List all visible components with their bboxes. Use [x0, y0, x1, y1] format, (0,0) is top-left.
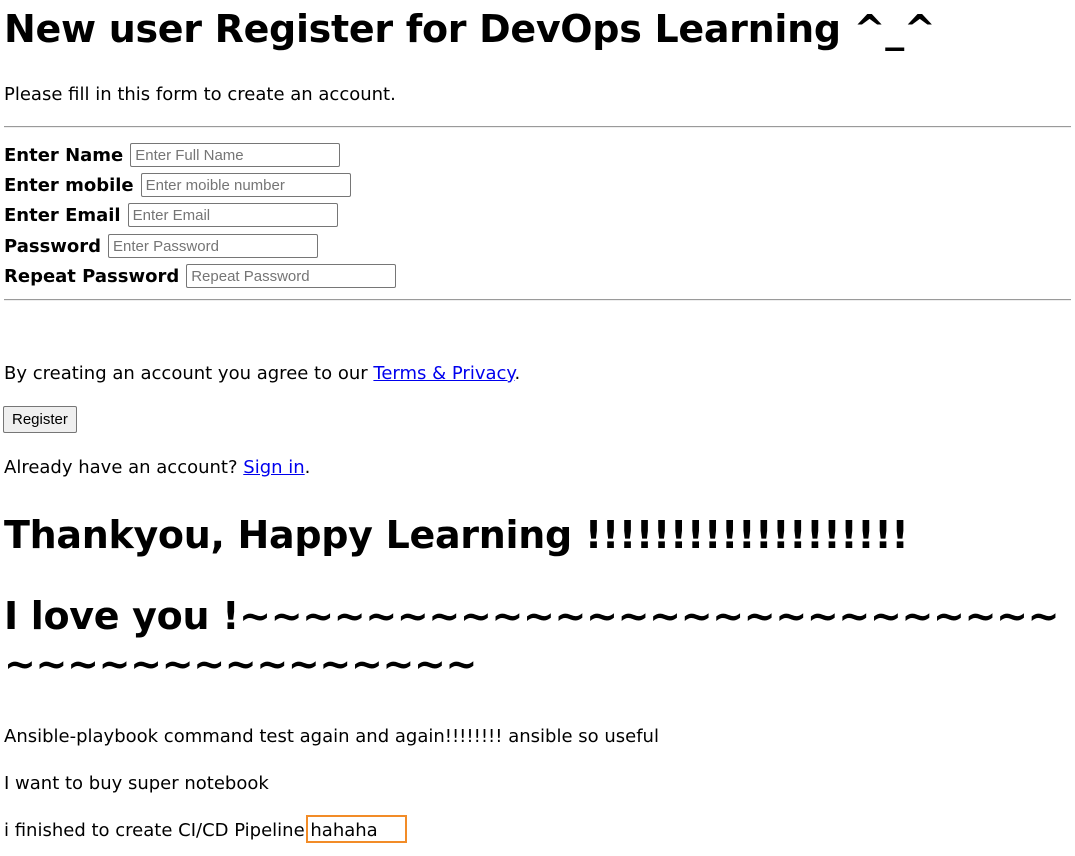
ansible-text: Ansible-playbook command test again and … — [4, 726, 659, 747]
name-label: Enter Name — [4, 144, 124, 166]
signin-prefix: Already have an account? — [4, 457, 244, 478]
mobile-label: Enter mobile — [4, 174, 134, 196]
repeat-password-row: Repeat Password — [4, 262, 397, 290]
repeat-password-input[interactable] — [186, 264, 397, 288]
intro-text: Please fill in this form to create an ac… — [4, 84, 396, 105]
signin-text: Already have an account? Sign in. — [4, 457, 310, 479]
top-divider — [4, 126, 1071, 128]
email-label: Enter Email — [4, 204, 121, 226]
love-heading: I love you !~~~~~~~~~~~~~~~~~~~~~~~~~~~~… — [4, 594, 1060, 686]
bottom-divider — [4, 299, 1071, 301]
email-input[interactable] — [127, 203, 338, 227]
highlight-box — [306, 815, 407, 843]
mobile-input[interactable] — [140, 173, 351, 197]
password-row: Password — [4, 232, 319, 260]
thanks-heading: Thankyou, Happy Learning !!!!!!!!!!!!!!!… — [4, 513, 909, 557]
terms-privacy-link[interactable]: Terms & Privacy — [373, 363, 514, 384]
notebook-text: I want to buy super notebook — [4, 773, 269, 794]
sign-in-link[interactable]: Sign in — [243, 457, 304, 478]
name-row: Enter Name — [4, 141, 341, 169]
terms-suffix: . — [514, 363, 521, 384]
password-label: Password — [4, 235, 102, 257]
signin-suffix: . — [304, 457, 311, 478]
email-row: Enter Email — [4, 201, 338, 229]
page-title: New user Register for DevOps Learning ^_… — [4, 7, 936, 51]
terms-text: By creating an account you agree to our … — [4, 363, 520, 385]
name-input[interactable] — [130, 143, 341, 167]
password-input[interactable] — [108, 234, 319, 258]
repeat-password-label: Repeat Password — [4, 265, 180, 287]
terms-prefix: By creating an account you agree to our — [4, 363, 374, 384]
register-button[interactable]: Register — [3, 406, 77, 433]
mobile-row: Enter mobile — [4, 171, 351, 199]
